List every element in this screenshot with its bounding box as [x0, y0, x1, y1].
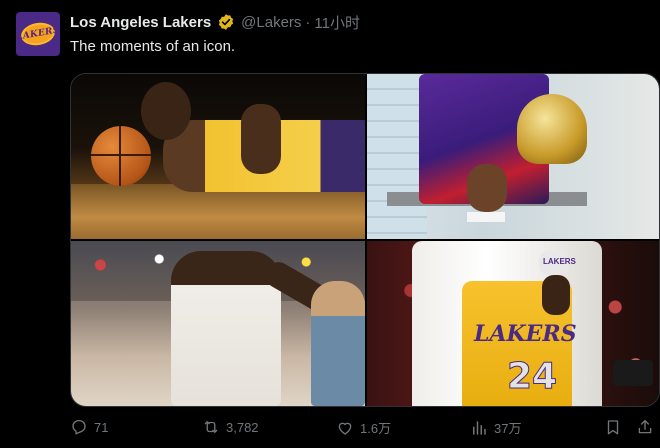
views-chart-icon [473, 420, 486, 435]
jersey-lettering: LAKERS [474, 321, 577, 347]
player-arm [241, 104, 281, 174]
tweet-text: The moments of an icon. [70, 38, 236, 55]
tweet-actions: 71 3,782 1.6万 37万 [70, 418, 658, 442]
separator-dot: · [305, 13, 311, 31]
reply-icon [72, 419, 86, 435]
share-button[interactable] [636, 418, 654, 436]
court-floor [71, 184, 365, 239]
player-hand [542, 275, 570, 315]
tweet-timestamp[interactable]: 11小时 [314, 12, 360, 33]
basketball [91, 126, 151, 186]
bookmark-icon [607, 420, 619, 435]
retweet-count: 3,782 [226, 419, 259, 435]
media-photo-1[interactable] [71, 74, 365, 239]
retweet-button[interactable]: 3,782 [202, 418, 259, 436]
media-photo-2[interactable] [367, 74, 659, 239]
media-photo-4[interactable]: LAKERS 24 LAKERS [367, 241, 659, 406]
account-handle[interactable]: @Lakers [241, 14, 301, 31]
tiled-wall [367, 74, 427, 239]
like-button[interactable]: 1.6万 [336, 418, 391, 437]
account-avatar[interactable]: LAKERS [16, 12, 60, 56]
view-count: 37万 [494, 421, 522, 436]
knee-bandage [467, 212, 505, 222]
reply-button[interactable]: 71 [70, 418, 108, 436]
reply-count: 71 [94, 419, 109, 435]
share-icon [638, 419, 652, 434]
lakers-logo-text: LAKERS [16, 25, 60, 43]
retweet-icon [204, 421, 218, 433]
championship-trophy [517, 94, 587, 164]
bookmark-button[interactable] [604, 418, 622, 436]
mic-label: LAKERS [543, 257, 576, 266]
media-photo-3[interactable] [71, 241, 365, 406]
spectator [311, 281, 365, 406]
like-count: 1.6万 [360, 421, 392, 436]
heart-icon [338, 422, 352, 435]
tweet-header: Los Angeles Lakers @Lakers · 11小时 [70, 12, 360, 32]
player-knee [467, 164, 507, 212]
views-button[interactable]: 37万 [470, 418, 521, 437]
media-grid: LAKERS 24 LAKERS [70, 73, 660, 407]
player-head [141, 82, 191, 140]
verified-badge-icon[interactable] [217, 13, 235, 31]
camera [613, 360, 653, 386]
lakers-logo: LAKERS [16, 20, 60, 48]
account-name[interactable]: Los Angeles Lakers [70, 14, 211, 31]
jersey-number: 24 [506, 356, 558, 398]
